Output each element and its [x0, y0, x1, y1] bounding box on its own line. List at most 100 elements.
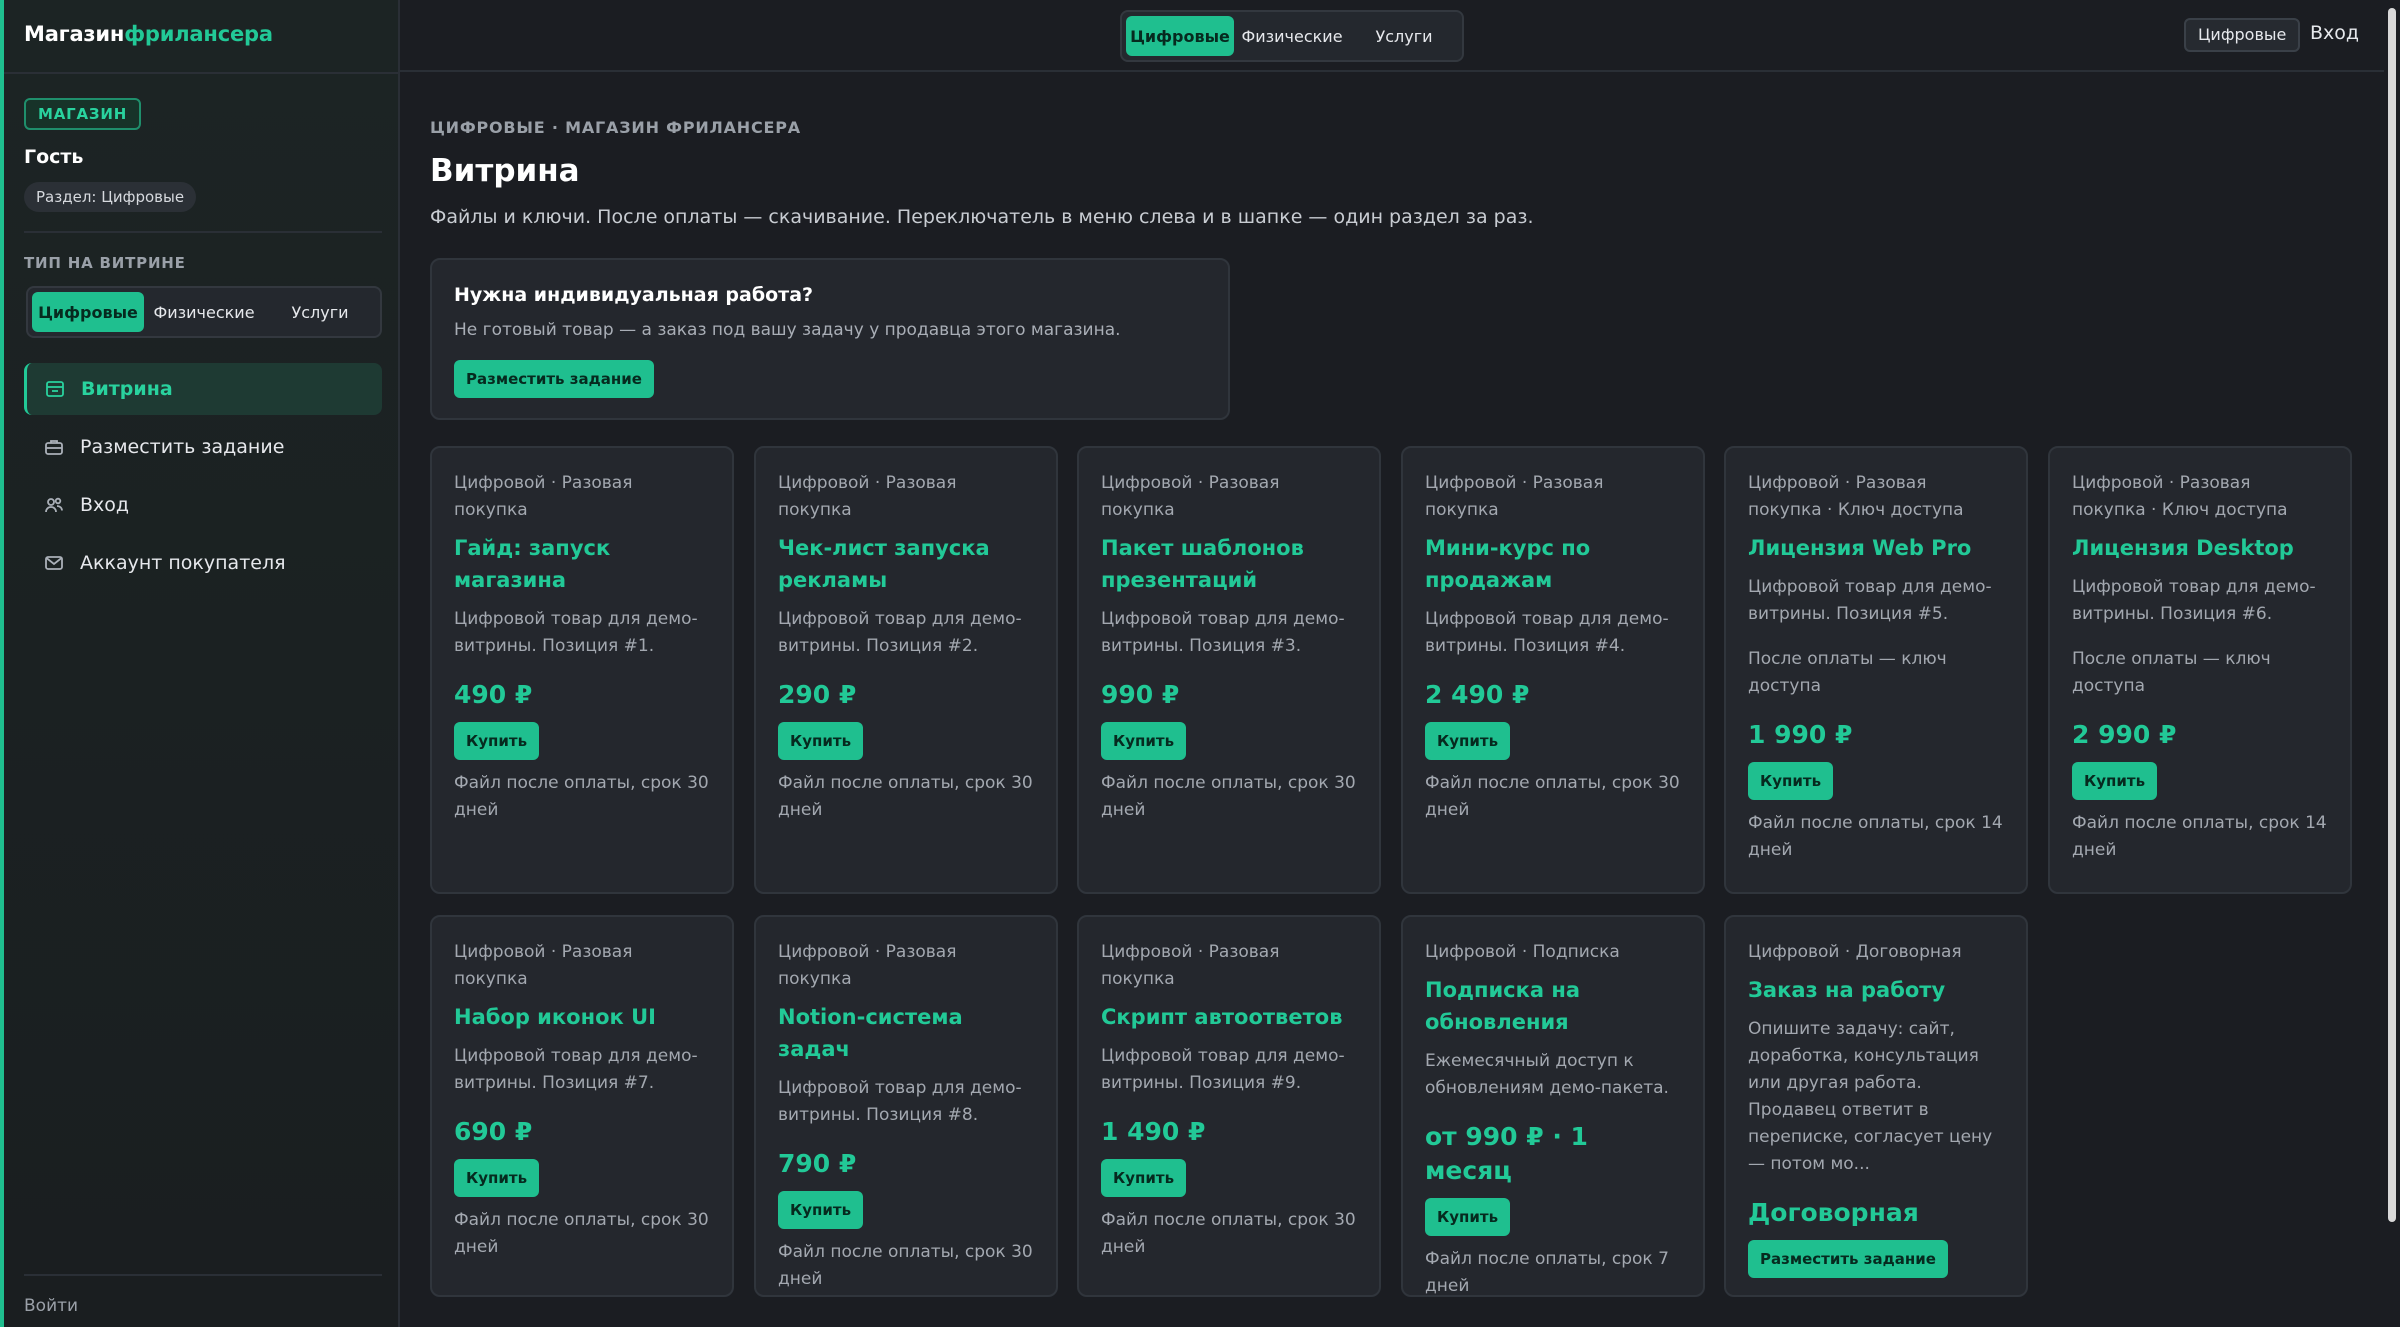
product-card[interactable]: Цифровой · Разовая покупка Гайд: запуск … — [430, 446, 734, 894]
product-card[interactable]: Цифровой · Договорная Заказ на работу Оп… — [1724, 915, 2028, 1297]
product-note: Файл после оплаты, срок 14 дней — [1748, 813, 2003, 860]
product-price: 290 ₽ — [778, 680, 857, 709]
type-option-digital[interactable]: Цифровые — [32, 292, 144, 332]
sidebar-top-divider — [4, 72, 400, 74]
product-price: от 990 ₽ · 1 месяц — [1425, 1122, 1588, 1185]
app-logo[interactable]: Магазинфрилансера — [24, 22, 273, 46]
banner-text: Не готовый товар — а заказ под вашу зада… — [454, 320, 1121, 340]
type-label: ТИП НА ВИТРИНЕ — [24, 254, 186, 272]
product-name[interactable]: Набор иконок UI — [454, 1001, 710, 1033]
product-meta: Цифровой · Подписка — [1425, 942, 1620, 962]
header-type-switcher: Цифровые Физические Услуги — [1120, 10, 1464, 62]
sidebar-divider — [24, 231, 382, 233]
product-name[interactable]: Чек-лист запуска рекламы — [778, 532, 1034, 596]
product-description: Цифровой товар для демо-витрины. Позиция… — [778, 609, 1022, 656]
product-name[interactable]: Пакет шаблонов презентаций — [1101, 532, 1357, 596]
product-card[interactable]: Цифровой · Разовая покупка Пакет шаблоно… — [1077, 446, 1381, 894]
sidebar-item-login[interactable]: Вход — [24, 479, 382, 531]
buy-button[interactable]: Купить — [454, 1159, 540, 1197]
type-switcher: Цифровые Физические Услуги — [26, 286, 382, 338]
product-name[interactable]: Notion-система задач — [778, 1001, 1034, 1065]
product-note: Файл после оплаты, срок 30 дней — [1425, 773, 1680, 820]
product-note: Файл после оплаты, срок 30 дней — [778, 1242, 1033, 1289]
scrollbar-thumb[interactable] — [2388, 8, 2396, 1222]
header-tab-physical[interactable]: Физические — [1238, 16, 1346, 56]
product-card[interactable]: Цифровой · Разовая покупка Набор иконок … — [430, 915, 734, 1297]
product-description: Цифровой товар для демо-витрины. Позиция… — [778, 1078, 1022, 1125]
sign-in-link[interactable]: Войти — [24, 1296, 78, 1316]
buy-button[interactable]: Купить — [778, 1191, 864, 1229]
sidebar-item-buyer-account[interactable]: Аккаунт покупателя — [24, 537, 382, 589]
product-name[interactable]: Гайд: запуск магазина — [454, 532, 710, 596]
product-description: Цифровой товар для демо-витрины. Позиция… — [1425, 609, 1669, 656]
product-meta: Цифровой · Разовая покупка — [1101, 942, 1280, 989]
product-card[interactable]: Цифровой · Разовая покупка Мини-курс по … — [1401, 446, 1705, 894]
product-description: Цифровой товар для демо-витрины. Позиция… — [454, 1046, 698, 1093]
user-name: Гость — [24, 146, 84, 168]
product-price: 2 990 ₽ — [2072, 720, 2177, 749]
product-meta: Цифровой · Разовая покупка — [1101, 473, 1280, 520]
buy-button[interactable]: Купить — [454, 722, 540, 760]
product-meta: Цифровой · Разовая покупка · Ключ доступ… — [2072, 473, 2288, 520]
product-card[interactable]: Цифровой · Разовая покупка Чек-лист запу… — [754, 446, 1058, 894]
product-name[interactable]: Подписка на обновления — [1425, 974, 1681, 1038]
product-name[interactable]: Мини-курс по продажам — [1425, 532, 1681, 596]
sidebar-item-label: Витрина — [81, 378, 173, 400]
type-option-services[interactable]: Услуги — [264, 292, 376, 332]
sidebar-item-storefront[interactable]: Витрина — [24, 363, 382, 415]
page-scrollbar[interactable] — [2384, 0, 2400, 1327]
sidebar: Магазинфрилансера МАГАЗИН Гость Раздел: … — [0, 0, 400, 1327]
product-card[interactable]: Цифровой · Разовая покупка · Ключ доступ… — [2048, 446, 2352, 894]
header-login-link[interactable]: Вход — [2310, 22, 2359, 44]
product-delivery-info: После оплаты — ключ доступа — [2072, 649, 2271, 696]
product-card[interactable]: Цифровой · Разовая покупка Скрипт автоот… — [1077, 915, 1381, 1297]
product-description: Цифровой товар для демо-витрины. Позиция… — [1101, 1046, 1345, 1093]
product-note: Файл после оплаты, срок 30 дней — [778, 773, 1033, 820]
storefront-icon — [45, 379, 65, 399]
product-note: Файл после оплаты, срок 30 дней — [1101, 773, 1356, 820]
product-meta: Цифровой · Разовая покупка — [778, 942, 957, 989]
sidebar-item-label: Разместить задание — [80, 436, 285, 458]
breadcrumb: ЦИФРОВЫЕ · МАГАЗИН ФРИЛАНСЕРА — [430, 118, 801, 137]
product-note: Файл после оплаты, срок 14 дней — [2072, 813, 2327, 860]
users-icon — [44, 495, 64, 515]
mail-icon — [44, 553, 64, 573]
buy-button[interactable]: Купить — [1101, 722, 1187, 760]
buy-button[interactable]: Купить — [1101, 1159, 1187, 1197]
product-name[interactable]: Лицензия Web Pro — [1748, 532, 2004, 564]
product-delivery-info: После оплаты — ключ доступа — [1748, 649, 1947, 696]
product-card[interactable]: Цифровой · Разовая покупка Notion-систем… — [754, 915, 1058, 1297]
header-tab-digital[interactable]: Цифровые — [1126, 16, 1234, 56]
product-price: 790 ₽ — [778, 1149, 857, 1178]
product-note: Файл после оплаты, срок 30 дней — [1101, 1210, 1356, 1257]
sidebar-footer-divider — [24, 1274, 382, 1276]
post-task-button[interactable]: Разместить задание — [1748, 1240, 1948, 1278]
product-card[interactable]: Цифровой · Подписка Подписка на обновлен… — [1401, 915, 1705, 1297]
product-price: Договорная — [1748, 1198, 1919, 1227]
product-description: Цифровой товар для демо-витрины. Позиция… — [2072, 577, 2316, 624]
product-name[interactable]: Лицензия Desktop — [2072, 532, 2328, 564]
page-title: Витрина — [430, 153, 580, 189]
buy-button[interactable]: Купить — [778, 722, 864, 760]
type-option-physical[interactable]: Физические — [148, 292, 260, 332]
product-card[interactable]: Цифровой · Разовая покупка · Ключ доступ… — [1724, 446, 2028, 894]
buy-button[interactable]: Купить — [2072, 762, 2158, 800]
briefcase-icon — [44, 437, 64, 457]
product-description: Ежемесячный доступ к обновлениям демо-па… — [1425, 1051, 1669, 1098]
buy-button[interactable]: Купить — [1425, 722, 1511, 760]
buy-button[interactable]: Купить — [1748, 762, 1834, 800]
product-price: 490 ₽ — [454, 680, 533, 709]
product-price: 1 990 ₽ — [1748, 720, 1853, 749]
sidebar-item-label: Аккаунт покупателя — [80, 552, 286, 574]
product-name[interactable]: Заказ на работу — [1748, 974, 2004, 1006]
header-tab-services[interactable]: Услуги — [1350, 16, 1458, 56]
buy-button[interactable]: Купить — [1425, 1198, 1511, 1236]
page-description: Файлы и ключи. После оплаты — скачивание… — [430, 206, 1534, 228]
section-chip: Раздел: Цифровые — [24, 182, 197, 212]
product-price: 690 ₽ — [454, 1117, 533, 1146]
product-name[interactable]: Скрипт автоответов — [1101, 1001, 1357, 1033]
product-meta: Цифровой · Разовая покупка — [454, 942, 633, 989]
post-task-button[interactable]: Разместить задание — [454, 360, 654, 398]
header-section-chip[interactable]: Цифровые — [2184, 18, 2301, 52]
sidebar-item-post-task[interactable]: Разместить задание — [24, 421, 382, 473]
